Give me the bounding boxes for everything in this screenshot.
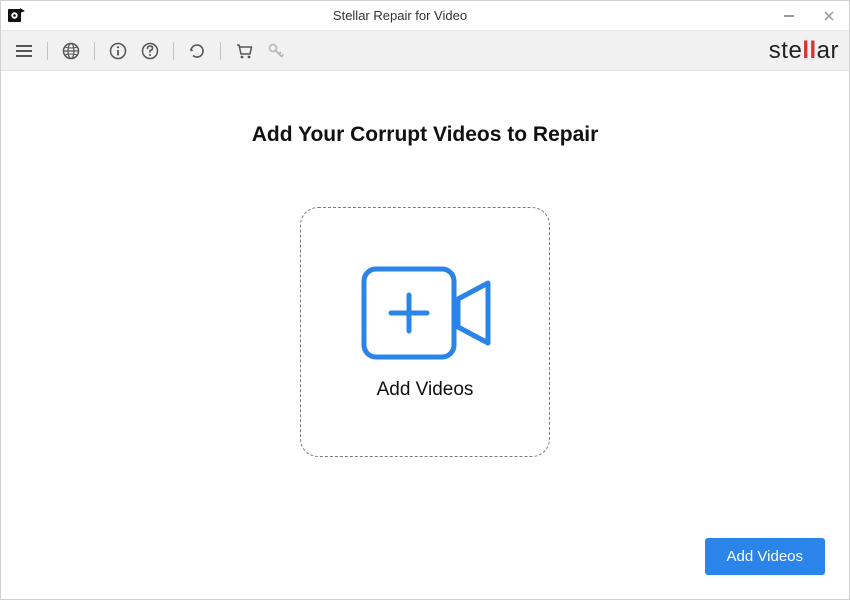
brand-text-mid: ll — [802, 37, 816, 65]
brand-text-pre: ste — [769, 37, 803, 65]
brand-text-post: ar — [817, 37, 839, 65]
activate-button[interactable] — [263, 38, 289, 64]
separator — [47, 42, 48, 60]
menu-button[interactable] — [11, 38, 37, 64]
cart-button[interactable] — [231, 38, 257, 64]
app-icon — [1, 1, 31, 31]
page-heading: Add Your Corrupt Videos to Repair — [252, 123, 599, 147]
hamburger-icon — [14, 41, 34, 61]
video-camera-plus-icon — [358, 263, 493, 363]
window-title: Stellar Repair for Video — [31, 8, 769, 23]
minimize-button[interactable] — [769, 1, 809, 31]
key-icon — [266, 41, 286, 61]
titlebar: Stellar Repair for Video — [1, 1, 849, 31]
about-button[interactable] — [105, 38, 131, 64]
globe-icon — [61, 41, 81, 61]
question-icon — [140, 41, 160, 61]
separator — [173, 42, 174, 60]
brand-logo: stellar — [769, 37, 839, 65]
language-button[interactable] — [58, 38, 84, 64]
cart-icon — [234, 41, 254, 61]
window-controls — [769, 1, 849, 31]
footer-actions: Add Videos — [705, 538, 825, 575]
dropzone-label: Add Videos — [377, 379, 474, 401]
refresh-button[interactable] — [184, 38, 210, 64]
app-window: Stellar Repair for Video — [0, 0, 850, 600]
refresh-icon — [187, 41, 207, 61]
main-content: Add Your Corrupt Videos to Repair Add Vi… — [1, 71, 849, 599]
add-videos-button[interactable]: Add Videos — [705, 538, 825, 575]
help-button[interactable] — [137, 38, 163, 64]
separator — [94, 42, 95, 60]
info-icon — [108, 41, 128, 61]
separator — [220, 42, 221, 60]
add-videos-dropzone[interactable]: Add Videos — [300, 207, 550, 457]
close-button[interactable] — [809, 1, 849, 31]
toolbar: stellar — [1, 31, 849, 71]
